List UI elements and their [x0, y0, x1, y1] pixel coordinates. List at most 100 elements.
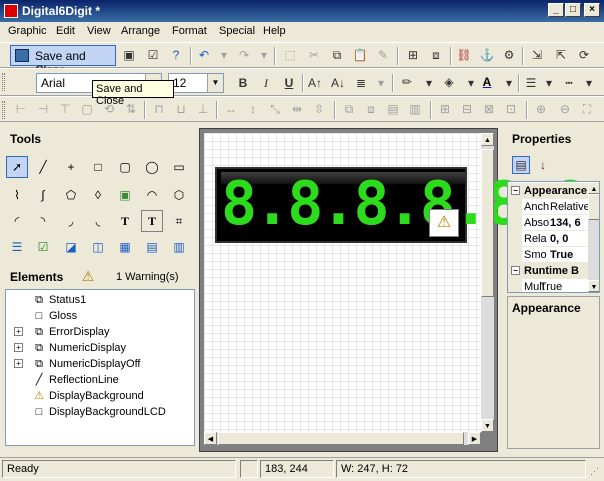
align-left-icon[interactable]: ⊢: [12, 100, 30, 118]
maximize-button[interactable]: □: [565, 3, 581, 17]
line-style-dropdown-icon[interactable]: ▾: [580, 74, 598, 92]
underline-button[interactable]: U: [280, 74, 298, 92]
bring-front-icon[interactable]: ▤: [384, 100, 402, 118]
flip-icon[interactable]: ⇅: [122, 100, 140, 118]
picture-tool-icon[interactable]: ◪: [60, 236, 82, 258]
fill-color-icon[interactable]: ◈: [440, 73, 458, 91]
save-and-close-button[interactable]: Save and Close: [10, 45, 116, 77]
text-tool-icon[interactable]: T: [114, 210, 136, 232]
tree-item-numericdisplayoff[interactable]: + ⧉ NumericDisplayOff: [6, 356, 194, 372]
grow-font-icon[interactable]: A↑: [306, 74, 324, 92]
group-icon[interactable]: ⊞: [436, 100, 454, 118]
group-icon[interactable]: ⊞: [404, 46, 422, 64]
send-back-icon[interactable]: ▥: [406, 100, 424, 118]
property-row[interactable]: Smo True: [508, 247, 588, 263]
button-tool-icon[interactable]: ▭: [168, 156, 190, 178]
rectangle-tool-icon[interactable]: □: [87, 156, 109, 178]
scroll-right-icon[interactable]: ▶: [468, 432, 481, 445]
space-vertical-icon[interactable]: ⇳: [310, 100, 328, 118]
line-style-icon[interactable]: ┅: [560, 74, 578, 92]
check-icon[interactable]: ☑: [144, 46, 162, 64]
bring-forward-icon[interactable]: ⧉: [340, 100, 358, 118]
pie-tool-icon[interactable]: ◝: [32, 210, 54, 232]
copy-icon[interactable]: ⧉: [328, 46, 346, 64]
chart-tool-icon[interactable]: ▥: [168, 236, 190, 258]
refresh-icon[interactable]: ⟳: [575, 46, 593, 64]
font-size-select[interactable]: 12 ▼: [168, 73, 224, 93]
tree-item-reflectionline[interactable]: ╱ ReflectionLine: [6, 372, 194, 388]
settings-icon[interactable]: ⚙: [500, 46, 518, 64]
menu-view[interactable]: View: [87, 25, 111, 37]
bold-button[interactable]: B: [234, 74, 252, 92]
fit-icon[interactable]: ⛶: [578, 100, 596, 118]
menu-graphic[interactable]: Graphic: [8, 25, 47, 37]
export-icon[interactable]: ⇲: [528, 46, 546, 64]
resize-grip-icon[interactable]: ⋰: [590, 466, 599, 477]
line-width-dropdown-icon[interactable]: ▾: [540, 74, 558, 92]
minimize-button[interactable]: _: [548, 3, 564, 17]
property-category-appearance[interactable]: − Appearance: [508, 183, 588, 199]
tree-item-displaybackground[interactable]: ⚠ DisplayBackground: [6, 388, 194, 404]
scroll-down-icon[interactable]: ▼: [481, 419, 494, 432]
vertical-scroll-thumb[interactable]: [481, 149, 494, 297]
property-row[interactable]: Mult True: [508, 279, 588, 292]
align-right-icon[interactable]: ⊤: [56, 100, 74, 118]
tree-item-displaybackgroundlcd[interactable]: □ DisplayBackgroundLCD: [6, 404, 194, 420]
warning-count[interactable]: 1 Warning(s): [116, 271, 179, 283]
arc-tool-icon[interactable]: ◠: [141, 184, 163, 206]
format-painter-icon[interactable]: ✎: [374, 46, 392, 64]
select-icon[interactable]: ⬚: [281, 46, 299, 64]
shrink-font-icon[interactable]: A↓: [329, 74, 347, 92]
image-tool-icon[interactable]: ▣: [114, 184, 136, 206]
align-center-icon[interactable]: ⊣: [34, 100, 52, 118]
redo-icon[interactable]: ↷: [235, 46, 253, 64]
lock-icon[interactable]: ⊠: [480, 100, 498, 118]
align-dropdown-icon[interactable]: ▾: [372, 74, 390, 92]
frame-tool-icon[interactable]: ◫: [87, 236, 109, 258]
ellipse-tool-icon[interactable]: ◯: [141, 156, 163, 178]
freeform-tool-icon[interactable]: ◊: [87, 184, 109, 206]
expand-icon[interactable]: +: [14, 359, 23, 368]
property-row[interactable]: Anch Relative: [508, 199, 588, 215]
checkbox-tool-icon[interactable]: ☑: [32, 236, 54, 258]
canvas-vertical-scrollbar[interactable]: ▲ ▼: [481, 133, 494, 432]
undo-dropdown-icon[interactable]: ▾: [215, 46, 233, 64]
scroll-left-icon[interactable]: ◀: [204, 432, 217, 445]
redo-dropdown-icon[interactable]: ▾: [255, 46, 273, 64]
chord-tool-icon[interactable]: ◞: [60, 210, 82, 232]
menu-arrange[interactable]: Arrange: [121, 25, 160, 37]
polygon-tool-icon[interactable]: ⬠: [60, 184, 82, 206]
font-color-dropdown-icon[interactable]: ▾: [500, 74, 518, 92]
ungroup-icon[interactable]: ⊟: [458, 100, 476, 118]
same-height-icon[interactable]: ↕: [244, 100, 262, 118]
distribute-icon[interactable]: ▢: [78, 100, 96, 118]
tree-item-numericdisplay[interactable]: + ⧉ NumericDisplay: [6, 340, 194, 356]
paste-icon[interactable]: 📋: [351, 46, 369, 64]
save-icon[interactable]: ▣: [120, 46, 138, 64]
pointer-tool-icon[interactable]: ➚: [6, 156, 28, 178]
warning-badge-icon[interactable]: ⚠: [429, 209, 459, 237]
unlock-icon[interactable]: ⊡: [502, 100, 520, 118]
digital-display-element[interactable]: 8.8.8.8.8.8 ⚠: [215, 167, 588, 243]
help-icon[interactable]: ?: [167, 46, 185, 64]
collapse-icon[interactable]: −: [511, 266, 520, 275]
menu-special[interactable]: Special: [219, 25, 255, 37]
close-button[interactable]: ×: [584, 3, 600, 17]
link-icon[interactable]: ⛓: [455, 46, 473, 64]
property-scroll-thumb[interactable]: [588, 194, 599, 220]
textbox-tool-icon[interactable]: T: [141, 210, 163, 232]
font-color-icon[interactable]: A: [478, 73, 496, 91]
property-category-runtime[interactable]: − Runtime B: [508, 263, 588, 279]
horizontal-scroll-thumb[interactable]: [218, 432, 464, 445]
collapse-icon[interactable]: −: [511, 186, 520, 195]
scroll-up-icon[interactable]: ▲: [588, 182, 599, 194]
cross-tool-icon[interactable]: +: [60, 156, 82, 178]
bring-front-icon[interactable]: ⧈: [427, 46, 445, 64]
design-canvas[interactable]: 8.8.8.8.8.8 ⚠: [204, 133, 588, 432]
line-tool-icon[interactable]: ╱: [32, 156, 54, 178]
cut-icon[interactable]: ✂: [305, 46, 323, 64]
same-width-icon[interactable]: ↔: [222, 100, 240, 118]
space-horizontal-icon[interactable]: ⇹: [288, 100, 306, 118]
list-tool-icon[interactable]: ☰: [6, 236, 28, 258]
undo-icon[interactable]: ↶: [195, 46, 213, 64]
